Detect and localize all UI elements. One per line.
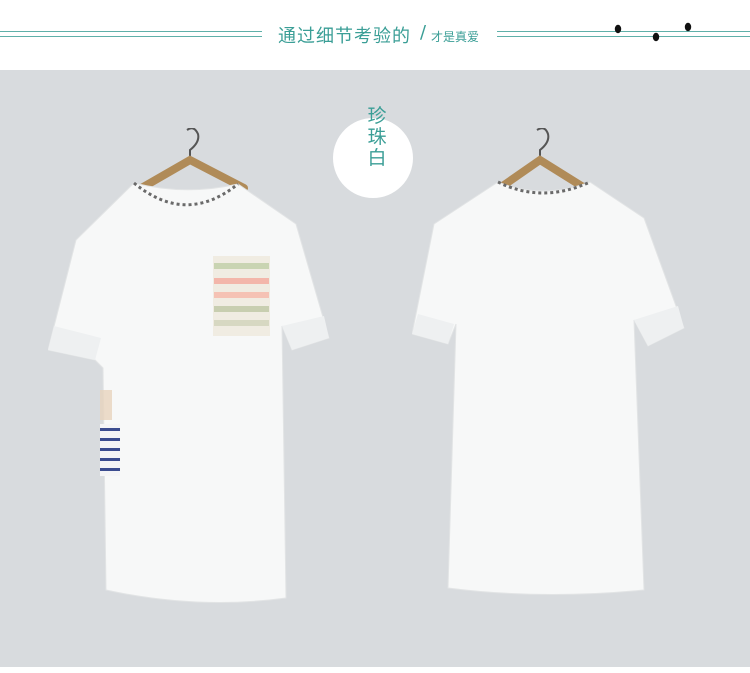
header-slash: /: [420, 22, 427, 43]
header-left-line-top: [0, 31, 262, 32]
header-left-line-bottom: [0, 36, 262, 37]
bottom-strip: [0, 667, 750, 673]
back-view-dress: [412, 128, 685, 596]
section-header: 通过细节考验的 / 才是真爱: [0, 0, 750, 70]
color-name-label: 珍珠白: [367, 105, 387, 169]
header-title: 通过细节考验的: [278, 26, 411, 47]
header-subtitle: 才是真爱: [431, 30, 480, 44]
music-notes-icon: [614, 22, 692, 42]
front-view-dress: [48, 128, 330, 603]
